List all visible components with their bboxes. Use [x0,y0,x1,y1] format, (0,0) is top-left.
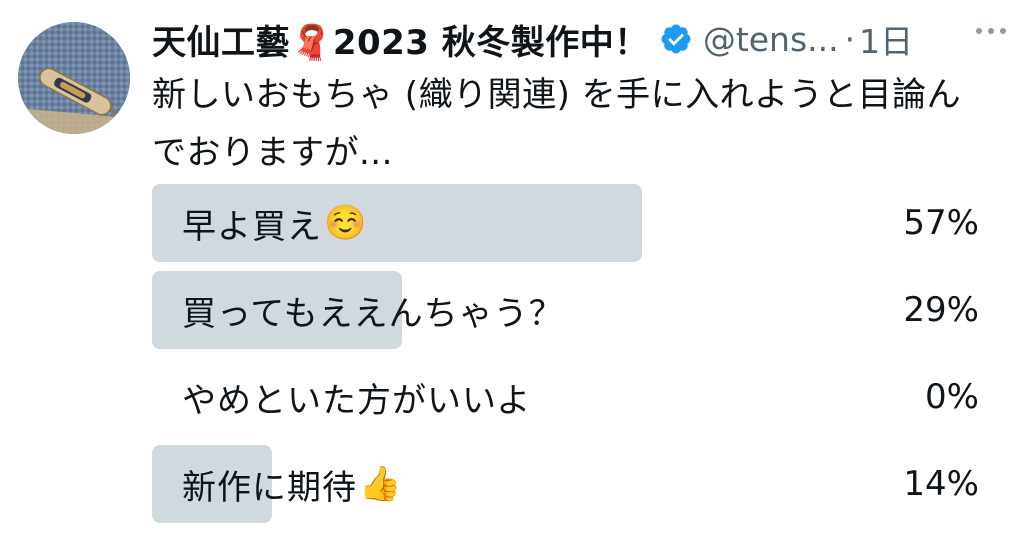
poll-option-text: やめといた方がいいよ [182,380,532,421]
separator-dot: · [844,19,856,59]
verified-badge-icon [659,22,693,56]
timestamp[interactable]: 1日 [859,15,913,63]
poll: 早よ買え ☺️ 57% 買ってもええんちゃう？ 29% やめといた方がいいよ 0… [152,184,987,532]
poll-option-text: 新作に期待 [182,467,357,508]
poll-option-percent: 0% [925,377,979,417]
more-icon[interactable] [970,20,1012,42]
display-name[interactable]: 天仙工藝🧣2023 秋冬製作中！ [152,15,649,64]
poll-option-percent: 29% [903,290,979,330]
poll-option[interactable]: 新作に期待 👍 14% [152,445,987,523]
poll-option-text: 買ってもええんちゃう？ [182,293,564,334]
poll-option[interactable]: 早よ買え ☺️ 57% [152,184,987,262]
poll-option[interactable]: やめといた方がいいよ 0% [152,358,987,436]
poll-option[interactable]: 買ってもええんちゃう？ 29% [152,271,987,349]
poll-option-label: 買ってもええんちゃう？ [182,271,564,349]
more-dot [988,28,994,34]
poll-option-percent: 57% [903,203,979,243]
loom-shuttle-avatar [18,22,130,134]
avatar[interactable] [18,22,130,134]
user-handle[interactable]: @tens... [703,20,839,59]
poll-option-label: 新作に期待 👍 [182,445,402,523]
poll-option-label: 早よ買え ☺️ [182,184,367,262]
tweet-text: 新しいおもちゃ (織り関連) を手に入れようと目論んでおりますが... [152,75,962,173]
poll-option-label: やめといた方がいいよ [182,358,531,436]
smiling-face-emoji-icon: ☺️ [324,203,368,243]
poll-option-text: 早よ買え [182,206,322,247]
thumbs-up-emoji-icon: 👍 [359,464,403,504]
more-dot [976,28,982,34]
poll-option-percent: 14% [903,464,979,504]
tweet-header: 天仙工藝🧣2023 秋冬製作中！ @tens... · 1日 [152,14,1012,64]
more-dot [1000,28,1006,34]
